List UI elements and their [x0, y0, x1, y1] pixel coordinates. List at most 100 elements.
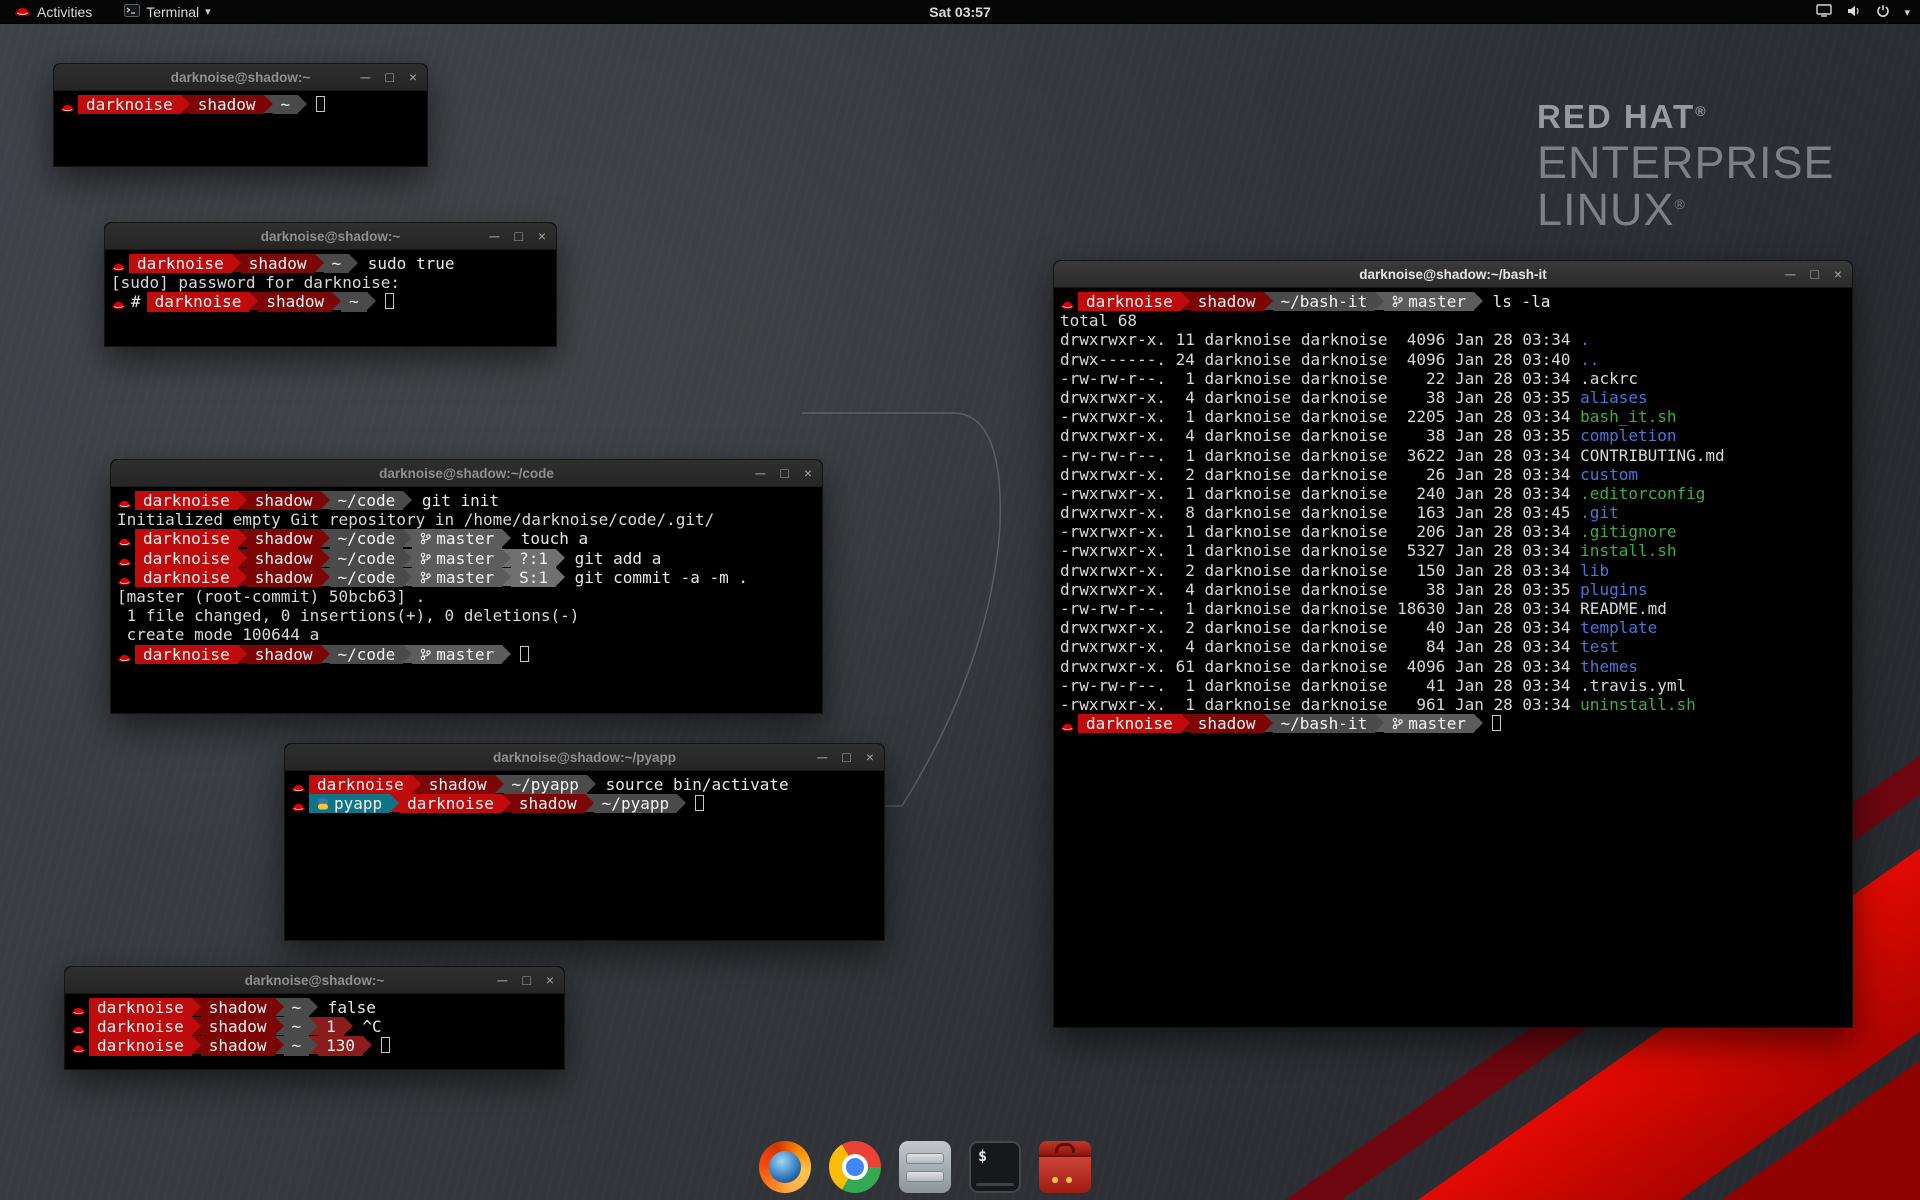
minimize-button[interactable]: ─: [1785, 267, 1795, 281]
prompt-segment-host: shadow: [511, 794, 585, 813]
prompt-segment-text: shadow: [209, 998, 267, 1017]
terminal-line: darknoiseshadow~/codemaster?:1 git add a: [117, 549, 816, 568]
prompt-segment-user: darknoise: [135, 549, 238, 568]
window-titlebar[interactable]: darknoise@shadow:~─□×: [105, 223, 556, 250]
branch-icon: [1392, 715, 1403, 734]
terminal-window[interactable]: darknoise@shadow:~─□×darknoiseshadow~: [53, 63, 428, 167]
maximize-button[interactable]: □: [842, 750, 850, 764]
minimize-button[interactable]: ─: [755, 466, 765, 480]
file-name: .git: [1580, 503, 1619, 522]
powerline-separator-icon: [495, 775, 504, 793]
prompt-segment-text: shadow: [1198, 292, 1256, 311]
minimize-button[interactable]: ─: [817, 750, 827, 764]
terminal-line: drwxrwxr-x. 4 darknoise darknoise 38 Jan…: [1060, 580, 1846, 599]
powerline-separator-icon: [587, 775, 596, 793]
close-button[interactable]: ×: [409, 70, 417, 84]
prompt-segment-text: ~: [292, 998, 302, 1017]
window-titlebar[interactable]: darknoise@shadow:~/pyapp─□×: [285, 744, 884, 771]
python-icon: [317, 795, 329, 814]
dock-item-chrome[interactable]: [828, 1140, 882, 1194]
prompt-segment-path: ~/code: [330, 549, 404, 568]
close-button[interactable]: ×: [1834, 267, 1842, 281]
maximize-button[interactable]: □: [522, 973, 530, 987]
prompt-plain-text: #: [129, 292, 147, 311]
window-titlebar[interactable]: darknoise@shadow:~─□×: [54, 64, 427, 91]
prompt-segment-host: shadow: [201, 998, 275, 1017]
terminal-content[interactable]: darknoiseshadow~ falsedarknoiseshadow~1 …: [65, 994, 564, 1060]
maximize-button[interactable]: □: [385, 70, 393, 84]
prompt-segment-text: ~/code: [338, 549, 396, 568]
minimize-button[interactable]: ─: [489, 229, 499, 243]
close-button[interactable]: ×: [866, 750, 874, 764]
redhat-prompt-icon: [60, 95, 78, 117]
window-titlebar[interactable]: darknoise@shadow:~/bash-it─□×: [1054, 261, 1852, 288]
dock-item-app-grid[interactable]: [1108, 1140, 1162, 1194]
terminal-line: drwxrwxr-x. 61 darknoise darknoise 4096 …: [1060, 657, 1846, 676]
terminal-content[interactable]: darknoiseshadow~/code git initInitialize…: [111, 487, 822, 668]
app-menu-terminal[interactable]: Terminal ▾: [120, 0, 214, 24]
activities-button[interactable]: Activities: [10, 0, 96, 24]
window-controls: ─ □ ×: [497, 967, 554, 993]
terminal-line: drwxrwxr-x. 2 darknoise darknoise 26 Jan…: [1060, 465, 1846, 484]
powerline-separator-icon: [275, 1036, 284, 1054]
terminal-content[interactable]: darknoiseshadow~: [54, 91, 427, 118]
terminal-window[interactable]: darknoise@shadow:~/bash-it─□×darknoisesh…: [1053, 260, 1853, 1028]
powerline-separator-icon: [502, 529, 511, 547]
terminal-line: pyappdarknoiseshadow~/pyapp: [291, 794, 878, 813]
maximize-button[interactable]: □: [514, 229, 522, 243]
prompt-segment-host: shadow: [201, 1017, 275, 1036]
system-status-area[interactable]: ▾: [1816, 0, 1910, 24]
powerline-separator-icon: [403, 491, 412, 509]
terminal-content[interactable]: darknoiseshadow~ sudo true[sudo] passwor…: [105, 250, 556, 316]
close-button[interactable]: ×: [804, 466, 812, 480]
text-cursor: [316, 96, 325, 112]
prompt-segment-text: darknoise: [1086, 292, 1173, 311]
prompt-segment-path: ~/code: [330, 529, 404, 548]
prompt-segment-git: master: [1384, 714, 1474, 733]
close-button[interactable]: ×: [546, 973, 554, 987]
terminal-line: -rw-rw-r--. 1 darknoise darknoise 22 Jan…: [1060, 369, 1846, 388]
toolbox-icon: [1039, 1141, 1091, 1193]
window-titlebar[interactable]: darknoise@shadow:~─□×: [65, 967, 564, 994]
close-button[interactable]: ×: [538, 229, 546, 243]
minimize-button[interactable]: ─: [360, 70, 370, 84]
terminal-line: total 68: [1060, 311, 1846, 330]
prompt-segment-user: darknoise: [1078, 292, 1181, 311]
dock-item-firefox[interactable]: [758, 1140, 812, 1194]
branch-icon: [420, 550, 431, 569]
terminal-content[interactable]: darknoiseshadow~/pyapp source bin/activa…: [285, 771, 884, 817]
app-menu-label: Terminal: [146, 4, 199, 20]
minimize-button[interactable]: ─: [497, 973, 507, 987]
maximize-button[interactable]: □: [1810, 267, 1818, 281]
prompt-segment-user: darknoise: [135, 529, 238, 548]
dock-item-terminal[interactable]: $: [968, 1140, 1022, 1194]
prompt-segment-host: shadow: [190, 95, 264, 114]
prompt-segment-text: ~/code: [338, 491, 396, 510]
window-titlebar[interactable]: darknoise@shadow:~/code─□×: [111, 460, 822, 487]
powerline-separator-icon: [192, 1036, 201, 1054]
terminal-window[interactable]: darknoise@shadow:~─□×darknoiseshadow~ fa…: [64, 966, 565, 1070]
maximize-button[interactable]: □: [780, 466, 788, 480]
terminal-window[interactable]: darknoise@shadow:~─□×darknoiseshadow~ su…: [104, 222, 557, 347]
file-name: ..: [1580, 350, 1599, 369]
terminal-window[interactable]: darknoise@shadow:~/pyapp─□×darknoiseshad…: [284, 743, 885, 941]
prompt-segment-text: master: [436, 529, 494, 548]
text-cursor: [381, 1037, 390, 1053]
terminal-line: drwxrwxr-x. 4 darknoise darknoise 38 Jan…: [1060, 426, 1846, 445]
command-text: ^C: [353, 1017, 382, 1036]
dock: $: [758, 1140, 1162, 1194]
prompt-segment-path: ~/code: [330, 491, 404, 510]
terminal-line: drwxrwxr-x. 11 darknoise darknoise 4096 …: [1060, 330, 1846, 349]
dock-item-files[interactable]: [898, 1140, 952, 1194]
powerline-separator-icon: [315, 254, 324, 272]
powerline-separator-icon: [1181, 714, 1190, 732]
dock-item-toolbox[interactable]: [1038, 1140, 1092, 1194]
terminal-window[interactable]: darknoise@shadow:~/code─□×darknoiseshado…: [110, 459, 823, 714]
terminal-content[interactable]: darknoiseshadow~/bash-itmaster ls -latot…: [1054, 288, 1852, 737]
powerline-separator-icon: [238, 645, 247, 663]
prompt-segment-text: darknoise: [143, 529, 230, 548]
terminal-line: #darknoiseshadow~: [111, 292, 550, 311]
clock[interactable]: Sat 03:57: [929, 4, 990, 20]
prompt-segment-text: S:1: [519, 568, 548, 587]
prompt-segment-git: master: [412, 529, 502, 548]
